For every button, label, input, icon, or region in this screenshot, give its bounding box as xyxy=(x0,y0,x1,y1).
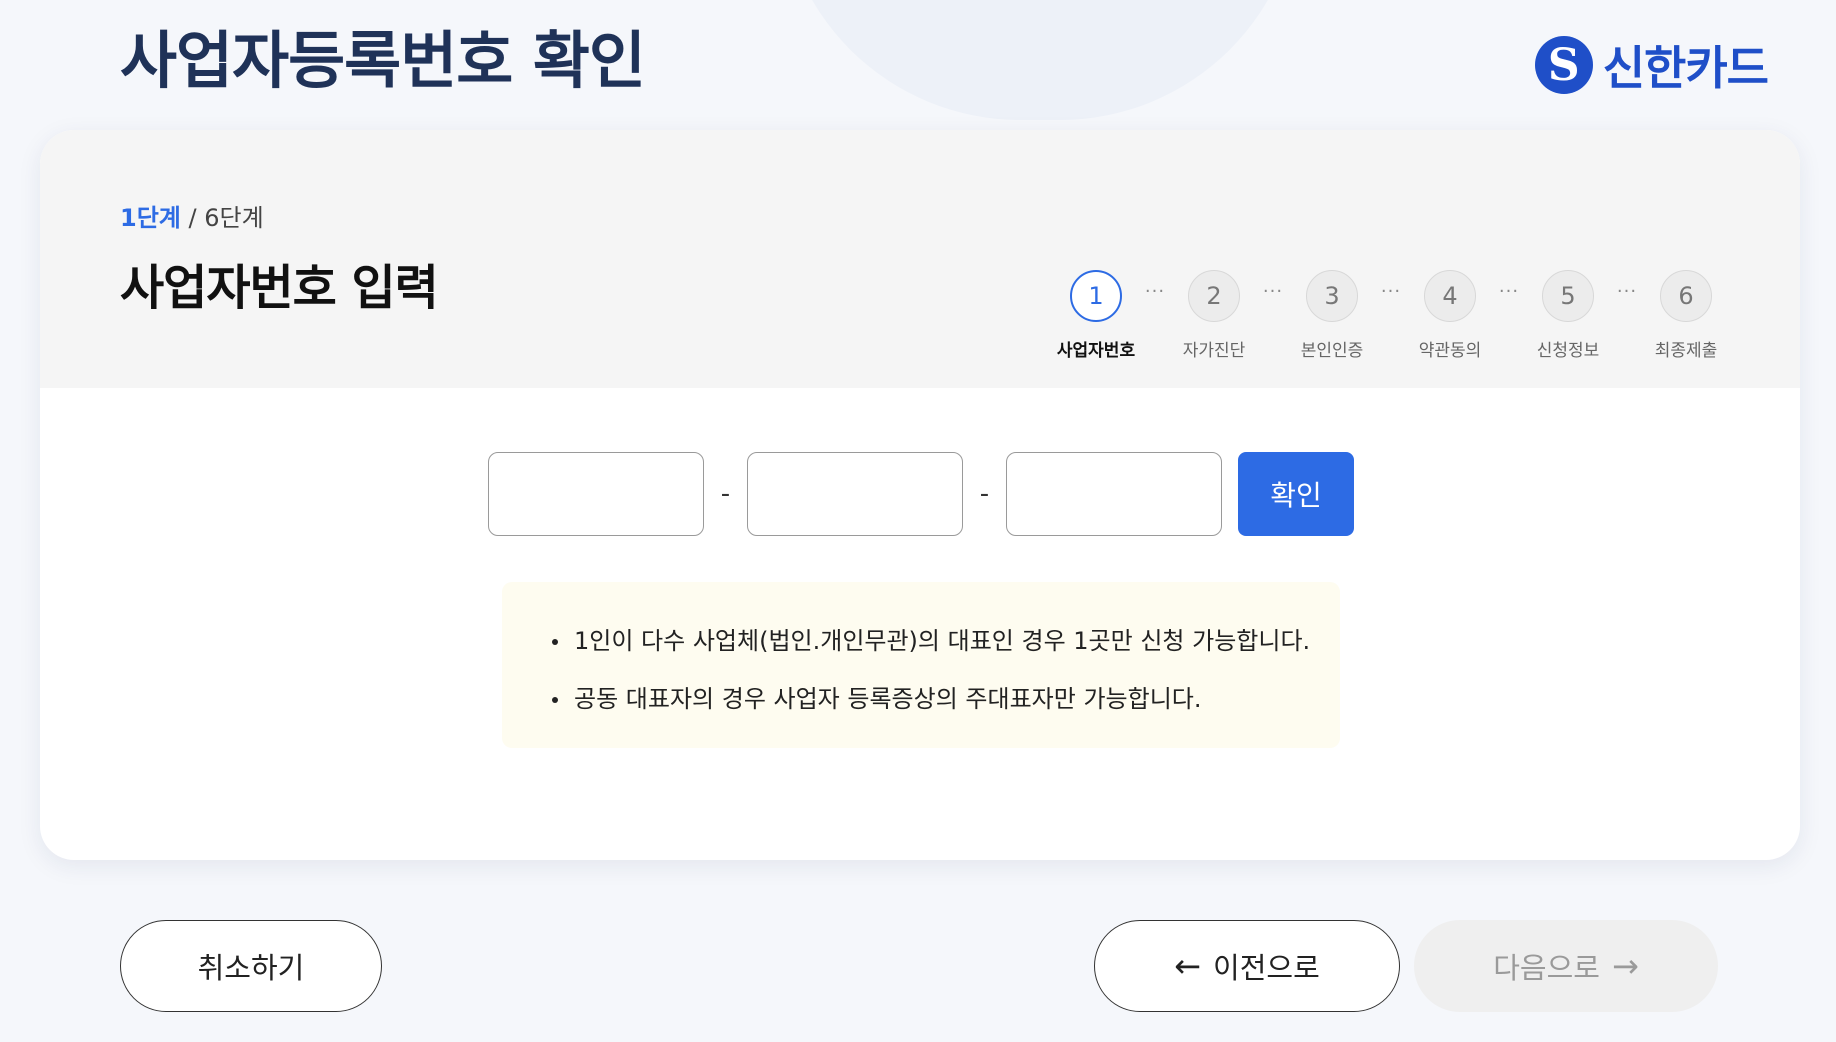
step-connector: ··· xyxy=(1144,281,1166,302)
step-progress: 1단계 / 6단계 xyxy=(120,198,264,233)
step-6-circle: 6 xyxy=(1660,270,1712,322)
previous-button[interactable]: ← 이전으로 xyxy=(1094,920,1400,1012)
dash-separator: - xyxy=(979,479,990,509)
step-separator: / xyxy=(188,204,197,232)
step-4-label: 약관동의 xyxy=(1418,341,1482,361)
step-2-label: 자가진단 xyxy=(1182,341,1246,361)
previous-button-label: 이전으로 xyxy=(1213,951,1320,985)
step-2: 2 자가진단 xyxy=(1168,270,1260,361)
step-connector: ··· xyxy=(1616,281,1638,302)
arrow-left-icon: ← xyxy=(1174,947,1202,985)
step-connector: ··· xyxy=(1498,281,1520,302)
step-connector: ··· xyxy=(1262,281,1284,302)
next-button-label: 다음으로 xyxy=(1493,951,1600,985)
notice-item: 1인이 다수 사업체(법인.개인무관)의 대표인 경우 1곳만 신청 가능합니다… xyxy=(552,612,1310,670)
step-4: 4 약관동의 xyxy=(1404,270,1496,361)
step-5-circle: 5 xyxy=(1542,270,1594,322)
card-header: 1단계 / 6단계 사업자번호 입력 1 사업자번호 ··· 2 자가진단 ··… xyxy=(40,130,1800,388)
next-button[interactable]: 다음으로 → xyxy=(1414,920,1718,1012)
section-title: 사업자번호 입력 xyxy=(120,260,439,316)
cancel-button-label: 취소하기 xyxy=(197,951,305,985)
step-3-circle: 3 xyxy=(1306,270,1358,322)
main-card: 1단계 / 6단계 사업자번호 입력 1 사업자번호 ··· 2 자가진단 ··… xyxy=(40,130,1800,860)
step-connector: ··· xyxy=(1380,281,1402,302)
step-1-label: 사업자번호 xyxy=(1056,341,1136,361)
total-steps-text: 6단계 xyxy=(204,204,264,232)
arrow-right-icon: → xyxy=(1611,947,1639,985)
step-3: 3 본인인증 xyxy=(1286,270,1378,361)
business-number-part3-input[interactable] xyxy=(1006,452,1222,536)
step-3-label: 본인인증 xyxy=(1300,341,1364,361)
logo-text: 신한카드 xyxy=(1602,41,1769,95)
page-title: 사업자등록번호 확인 xyxy=(120,24,646,97)
shinhan-card-logo[interactable]: S 신한카드 xyxy=(1534,32,1769,98)
business-number-form: - - 확인 xyxy=(488,452,1354,536)
notice-item: 공동 대표자의 경우 사업자 등록증상의 주대표자만 가능합니다. xyxy=(552,670,1290,728)
step-2-circle: 2 xyxy=(1188,270,1240,322)
business-number-part2-input[interactable] xyxy=(747,452,963,536)
step-5: 5 신청정보 xyxy=(1522,270,1614,361)
background-decoration xyxy=(780,0,1300,120)
step-indicator: 1 사업자번호 ··· 2 자가진단 ··· 3 본인인증 ··· 4 약관동의… xyxy=(1050,270,1732,361)
shinhan-logo-icon: S xyxy=(1534,36,1593,94)
notice-box: 1인이 다수 사업체(법인.개인무관)의 대표인 경우 1곳만 신청 가능합니다… xyxy=(502,582,1340,748)
business-number-part1-input[interactable] xyxy=(488,452,704,536)
step-6-label: 최종제출 xyxy=(1654,341,1718,361)
current-step-text: 1단계 xyxy=(120,204,181,232)
dash-separator: - xyxy=(720,479,731,509)
cancel-button[interactable]: 취소하기 xyxy=(120,920,382,1012)
step-1-circle: 1 xyxy=(1070,270,1122,322)
step-4-circle: 4 xyxy=(1424,270,1476,322)
confirm-button[interactable]: 확인 xyxy=(1238,452,1354,536)
step-6: 6 최종제출 xyxy=(1640,270,1732,361)
step-1: 1 사업자번호 xyxy=(1050,270,1142,361)
step-5-label: 신청정보 xyxy=(1536,341,1600,361)
